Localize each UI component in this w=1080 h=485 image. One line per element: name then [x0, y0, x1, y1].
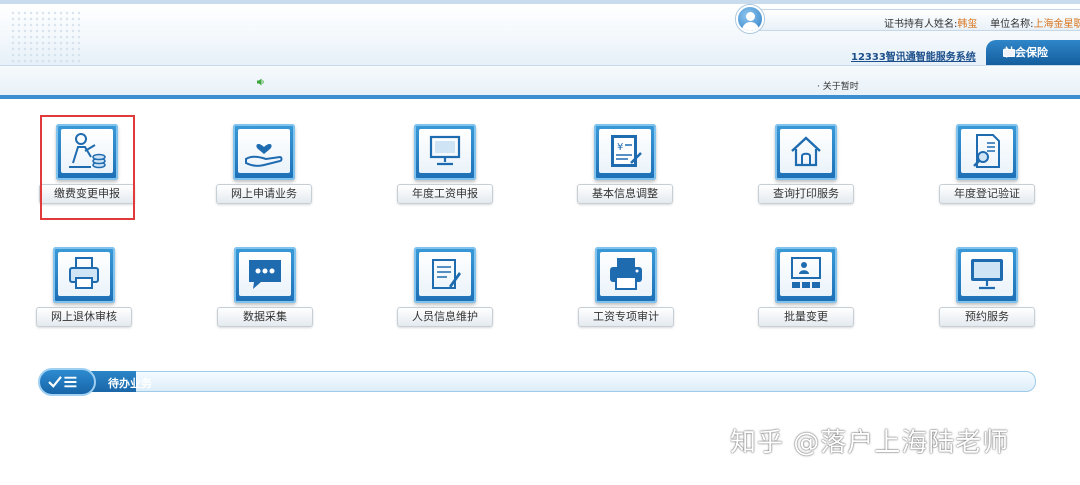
- watermark: 知乎 @落户上海陆老师: [730, 428, 1010, 458]
- tile-online-application[interactable]: 网上申请业务: [216, 124, 312, 214]
- decorative-dots: [10, 10, 80, 65]
- tile-label: 基本信息调整: [577, 184, 673, 204]
- user-name-label: 证书持有人姓名:: [884, 19, 958, 30]
- user-name: 韩玺: [957, 19, 978, 30]
- tile-label: 批量变更: [758, 307, 854, 327]
- yen-document-icon: ¥: [611, 135, 642, 167]
- notice-text[interactable]: · 关于暂时: [817, 79, 859, 92]
- house-icon: [791, 136, 821, 167]
- tile-retirement-review[interactable]: 网上退休审核: [36, 247, 132, 337]
- tile-batch-change[interactable]: 批量变更: [758, 247, 854, 337]
- tile-label: 工资专项审计: [578, 307, 674, 327]
- tile-label: 预约服务: [939, 307, 1035, 327]
- tile-data-collection[interactable]: 数据采集: [217, 247, 313, 337]
- tile-appointment[interactable]: 预约服务: [939, 247, 1035, 337]
- user-avatar-icon: [736, 5, 764, 33]
- tile-label: 查询打印服务: [758, 184, 854, 204]
- tile-label: 年度登记验证: [939, 184, 1035, 204]
- tile-annual-registration[interactable]: 年度登记验证: [939, 124, 1035, 214]
- system-link[interactable]: 12333智讯通智能服务系统: [851, 48, 976, 63]
- tile-label: 网上申请业务: [216, 184, 312, 204]
- printer-icon: [69, 257, 99, 289]
- tile-annual-wage[interactable]: 年度工资申报: [397, 124, 493, 214]
- presentation-icon: [791, 257, 821, 288]
- tile-wage-audit[interactable]: 工资专项审计: [578, 247, 674, 337]
- notice-bar: [0, 65, 1080, 99]
- user-info: 证书持有人姓名:韩玺 单位名称:上海金星职: [884, 15, 1080, 30]
- monitor-icon: [429, 135, 461, 166]
- tile-label: 网上退休审核: [36, 307, 132, 327]
- hand-heart-icon: [245, 143, 283, 167]
- checklist-icon: [38, 368, 96, 396]
- tile-basic-info[interactable]: ¥ 基本信息调整: [577, 124, 673, 214]
- unit-name: 上海金星职: [1033, 19, 1080, 30]
- speaker-icon: [257, 78, 264, 86]
- tab-social-insurance[interactable]: 社会保险: [986, 40, 1080, 65]
- svg-text:¥: ¥: [617, 142, 623, 153]
- unit-name-label: 单位名称:: [990, 19, 1034, 30]
- printer-icon: [610, 258, 642, 290]
- document-search-icon: [973, 134, 1000, 168]
- tile-label: 年度工资申报: [397, 184, 493, 204]
- tile-query-print[interactable]: 查询打印服务: [758, 124, 854, 214]
- pending-title: 待办业务: [108, 377, 152, 390]
- highlight-box: [40, 115, 135, 220]
- chat-bubble-icon: [249, 260, 281, 289]
- document-edit-icon: [432, 259, 461, 289]
- tile-personnel-info[interactable]: 人员信息维护: [397, 247, 493, 337]
- tile-label: 人员信息维护: [397, 307, 493, 327]
- monitor-icon: [971, 259, 1003, 290]
- tile-label: 数据采集: [217, 307, 313, 327]
- tab-folder-icon: [1003, 49, 1015, 57]
- pending-section[interactable]: 待办业务: [38, 368, 1036, 396]
